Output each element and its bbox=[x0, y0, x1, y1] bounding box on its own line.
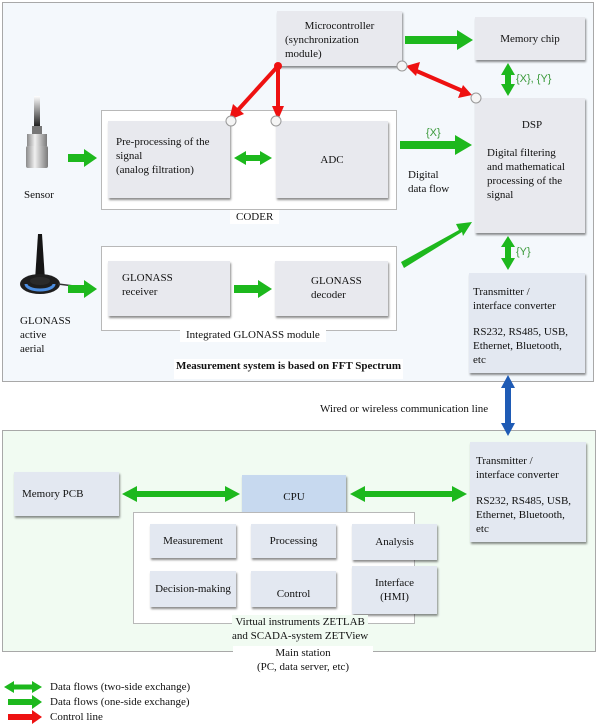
sensor-icon bbox=[22, 96, 52, 176]
module-analysis[interactable]: Analysis bbox=[352, 524, 437, 560]
module-label: Decision-making bbox=[155, 583, 231, 595]
protocol-line: RS232, RS485, USB, bbox=[473, 326, 569, 338]
protocol-line: etc bbox=[476, 523, 489, 535]
microcontroller-line: Microcontroller bbox=[304, 20, 375, 32]
transmitter-top-box[interactable]: Transmitter / interface converter RS232,… bbox=[469, 273, 585, 373]
glonass-module-label: Integrated GLONASS module bbox=[180, 328, 326, 342]
legend-label: Data flows (two-side exchange) bbox=[50, 681, 191, 693]
main-station-line: Main station bbox=[233, 646, 373, 660]
transmitter-line: interface converter bbox=[473, 300, 556, 312]
preprocessing-box[interactable]: Pre-processing of the signal (analog fil… bbox=[108, 121, 230, 198]
xy-flow-label: {X}, {Y} bbox=[516, 73, 552, 85]
module-label: Measurement bbox=[163, 535, 223, 547]
digital-flow-line: data flow bbox=[408, 183, 450, 195]
vi-label-line: and SCADA-system ZETView bbox=[232, 630, 369, 642]
antenna-icon bbox=[18, 232, 75, 300]
preprocessing-line: Pre-processing of the bbox=[116, 136, 210, 148]
receiver-line: receiver bbox=[122, 286, 158, 298]
module-label: Analysis bbox=[375, 536, 414, 548]
communication-line-label: Wired or wireless communication line bbox=[320, 403, 489, 415]
dsp-box[interactable]: DSP Digital filtering and mathematical p… bbox=[475, 98, 585, 233]
decoder-line: GLONASS bbox=[311, 275, 362, 287]
module-label: Interface bbox=[374, 577, 415, 589]
adc-label: ADC bbox=[320, 153, 344, 166]
x-flow-label: {X} bbox=[426, 127, 441, 139]
one-way-arrow-icon bbox=[8, 695, 42, 709]
memory-pcb-box[interactable]: Memory PCB bbox=[14, 472, 119, 516]
module-interface-hmi[interactable]: Interface (HMI) bbox=[352, 566, 437, 614]
module-control[interactable]: Control bbox=[251, 571, 336, 607]
aerial-label: GLONASS active aerial bbox=[20, 314, 71, 356]
legend-label: Data flows (one-side exchange) bbox=[50, 696, 190, 708]
memory-pcb-label: Memory PCB bbox=[22, 488, 84, 500]
sensor-label: Sensor bbox=[24, 189, 54, 201]
main-station-line: (PC, data server, etc) bbox=[256, 661, 350, 673]
dsp-desc-line: signal bbox=[487, 189, 514, 201]
memory-chip-box[interactable]: Memory chip bbox=[475, 17, 585, 60]
vi-label-line: Virtual instruments ZETLAB bbox=[235, 616, 365, 628]
module-label: (HMI) bbox=[380, 591, 409, 603]
protocol-line: Ethernet, Bluetooth, bbox=[476, 509, 565, 521]
preprocessing-line: signal bbox=[116, 150, 143, 162]
decoder-line: decoder bbox=[311, 289, 346, 301]
protocol-line: RS232, RS485, USB, bbox=[476, 495, 572, 507]
coder-label: CODER bbox=[230, 210, 280, 224]
glonass-receiver-box[interactable]: GLONASS receiver bbox=[108, 261, 230, 316]
digital-flow-line: Digital bbox=[408, 169, 439, 181]
aerial-label-line: aerial bbox=[20, 343, 45, 355]
control-arrow-icon bbox=[8, 710, 42, 724]
y-flow-label: {Y} bbox=[516, 246, 531, 258]
transmitter-line: Transmitter / bbox=[476, 455, 533, 467]
communication-arrow bbox=[501, 375, 515, 436]
adc-box[interactable]: ADC bbox=[276, 121, 388, 198]
aerial-label-line: GLONASS bbox=[20, 315, 71, 327]
transmitter-bottom-box[interactable]: Transmitter / interface converter RS232,… bbox=[470, 442, 586, 542]
dsp-desc-line: processing of the bbox=[487, 175, 563, 187]
virtual-instruments-label: Virtual instruments ZETLAB and SCADA-sys… bbox=[232, 615, 369, 643]
module-decision-making[interactable]: Decision-making bbox=[150, 571, 236, 607]
module-measurement[interactable]: Measurement bbox=[150, 524, 236, 558]
protocol-line: Ethernet, Bluetooth, bbox=[473, 340, 562, 352]
two-way-arrow-icon bbox=[4, 681, 42, 693]
transmitter-line: interface converter bbox=[476, 469, 559, 481]
module-processing[interactable]: Processing bbox=[251, 524, 336, 558]
memory-chip-label: Memory chip bbox=[500, 32, 560, 45]
legend-item: Control line bbox=[4, 710, 103, 724]
aerial-label-line: active bbox=[20, 329, 47, 341]
dsp-desc-line: Digital filtering bbox=[487, 147, 556, 159]
measurement-system-title: Measurement system is based on FFT Spect… bbox=[174, 359, 404, 379]
cpu-label: CPU bbox=[283, 491, 305, 503]
legend-label: Control line bbox=[50, 711, 103, 723]
digital-flow-label: Digital data flow bbox=[408, 168, 449, 196]
preprocessing-line: (analog filtration) bbox=[116, 164, 194, 176]
dsp-desc-line: and mathematical bbox=[487, 161, 565, 173]
module-label: Control bbox=[276, 588, 311, 600]
module-label: Processing bbox=[269, 535, 318, 547]
main-station-label: Main station (PC, data server, etc) bbox=[233, 646, 373, 674]
microcontroller-box[interactable]: Microcontroller (synchronization module) bbox=[277, 11, 402, 66]
legend-item: Data flows (one-side exchange) bbox=[4, 695, 190, 709]
receiver-line: GLONASS bbox=[122, 272, 173, 284]
protocol-line: etc bbox=[473, 354, 486, 366]
transmitter-line: Transmitter / bbox=[473, 286, 530, 298]
microcontroller-line: (synchronization bbox=[285, 34, 359, 46]
glonass-decoder-box[interactable]: GLONASS decoder bbox=[275, 261, 388, 316]
microcontroller-line: module) bbox=[285, 48, 322, 60]
legend-item: Data flows (two-side exchange) bbox=[4, 680, 190, 694]
dsp-title: DSP bbox=[521, 119, 543, 131]
